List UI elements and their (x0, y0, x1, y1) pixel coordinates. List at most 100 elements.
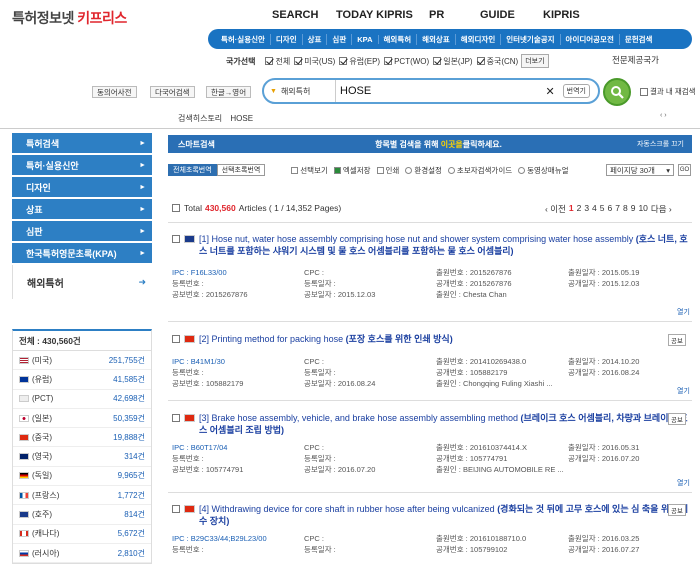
select-all-checkbox[interactable] (172, 204, 180, 212)
gazette-badge[interactable]: 공보 (668, 413, 686, 425)
gazette-badge[interactable]: 공보 (668, 334, 686, 346)
settings-tool[interactable]: 환경설정 (405, 165, 442, 176)
nav-today-kipris[interactable]: TODAY KIPRIS (336, 9, 429, 21)
country-checkbox-us[interactable] (294, 57, 302, 65)
sidebar-item-patent-search[interactable]: 특허검색► (12, 133, 152, 155)
history-nav-arrows[interactable]: ‹ › (660, 112, 667, 119)
subnav-trial[interactable]: 심판 (327, 34, 352, 45)
subnav-trademark[interactable]: 상표 (303, 34, 328, 45)
ipc[interactable]: IPC : B60T17/04 (172, 442, 304, 453)
smart-hint-highlight[interactable]: 이곳을 (441, 140, 463, 149)
stats-row[interactable]: (중국)19,888건 (13, 428, 151, 447)
pager-next[interactable]: 다음 › (651, 203, 672, 215)
excel-save-tool[interactable]: 엑셀저장 (334, 165, 371, 176)
sidebar-item-trademark[interactable]: 상표► (12, 199, 152, 221)
page-2[interactable]: 2 (577, 203, 582, 215)
expand-link[interactable]: 열기 (677, 478, 690, 488)
nav-pr[interactable]: PR (429, 9, 480, 21)
per-page-select[interactable]: 페이지당 30개▾ (606, 164, 674, 176)
tab-translate-all[interactable]: 전체초록번역 (168, 164, 217, 176)
language-convert-button[interactable]: 한글→영어 (206, 86, 251, 98)
country-checkbox-all[interactable] (265, 57, 273, 65)
search-within-checkbox[interactable] (640, 88, 648, 96)
stats-row[interactable]: (영국)314건 (13, 447, 151, 466)
clear-icon[interactable]: ✕ (545, 85, 554, 98)
multilingual-search-button[interactable]: 다국어검색 (150, 86, 195, 98)
page-10[interactable]: 10 (638, 203, 647, 215)
expert-countries-link[interactable]: 전문제공국가 (612, 54, 659, 66)
page-7[interactable]: 7 (615, 203, 620, 215)
result-title[interactable]: [4] Withdrawing device for core shaft in… (199, 503, 692, 527)
subnav-idea-contest[interactable]: 아이디어공모전 (561, 34, 620, 45)
us-flag-icon (19, 357, 29, 364)
country-checkbox-wo[interactable] (384, 57, 392, 65)
subnav-kpa[interactable]: KPA (352, 35, 378, 44)
page-4[interactable]: 4 (592, 203, 597, 215)
stats-row[interactable]: (러시아)2,810건 (13, 544, 151, 563)
sidebar-item-trial[interactable]: 심판► (12, 221, 152, 243)
search-within-results[interactable]: 결과 내 재검색 (636, 86, 696, 97)
translator-button[interactable]: 번역기 (563, 84, 590, 98)
result-checkbox[interactable] (172, 505, 180, 513)
sidebar-item-design[interactable]: 디자인► (12, 177, 152, 199)
gazette-badge[interactable]: 공보 (668, 504, 686, 516)
ipc[interactable]: IPC : F16L33/00 (172, 267, 304, 278)
subnav-foreign-trademark[interactable]: 해외상표 (417, 34, 456, 45)
page-3[interactable]: 3 (584, 203, 589, 215)
stats-row[interactable]: (일본)50,359건 (13, 409, 151, 428)
sidebar-item-patent[interactable]: 특허·실용신안► (12, 155, 152, 177)
pager-prev[interactable]: ‹ 이전 (545, 203, 566, 215)
beginner-guide-tool[interactable]: 초보자검색가이드 (448, 165, 512, 176)
result-title[interactable]: [1] Hose nut, water hose assembly compri… (199, 233, 692, 257)
search-button[interactable] (603, 78, 631, 106)
select-view-tool[interactable]: 선택보기 (291, 165, 328, 176)
result-checkbox[interactable] (172, 335, 180, 343)
stats-row[interactable]: (유럽)41,585건 (13, 370, 151, 389)
country-checkbox-ep[interactable] (339, 57, 347, 65)
subnav-tech-disclosure[interactable]: 인터넷기술공지 (501, 34, 560, 45)
subnav-patent[interactable]: 특허·실용신안 (216, 34, 271, 45)
result-title[interactable]: [2] Printing method for packing hose (포장… (199, 333, 692, 345)
kipris-logo[interactable]: 특허정보넷 키프리스 (12, 8, 127, 28)
result-title[interactable]: [3] Brake hose assembly, vehicle, and br… (199, 412, 692, 436)
nav-search[interactable]: SEARCH (272, 9, 336, 21)
country-checkbox-jp[interactable] (433, 57, 441, 65)
page-6[interactable]: 6 (608, 203, 613, 215)
stats-row[interactable]: (독일)9,965건 (13, 467, 151, 486)
subnav-foreign-design[interactable]: 해외디자인 (456, 34, 502, 45)
per-page-go-button[interactable]: GO (678, 164, 691, 176)
video-manual-tool[interactable]: 동영상매뉴얼 (518, 165, 568, 176)
page-1[interactable]: 1 (569, 203, 574, 215)
print-tool[interactable]: 인쇄 (377, 165, 400, 176)
search-type-select[interactable]: ▼해외특허 (264, 80, 336, 102)
expand-link[interactable]: 열기 (677, 386, 690, 396)
search-input[interactable]: HOSE (336, 85, 545, 97)
sidebar-item-kpa[interactable]: 한국특허영문초록(KPA)► (12, 243, 152, 265)
stats-row[interactable]: (호주)814건 (13, 505, 151, 524)
subnav-doc-search[interactable]: 문헌검색 (620, 34, 658, 45)
result-checkbox[interactable] (172, 414, 180, 422)
sidebar-item-foreign-patent[interactable]: 해외특허➜ (12, 265, 152, 299)
country-more-button[interactable]: 더보기 (521, 54, 548, 68)
nav-kipris[interactable]: KIPRIS (543, 9, 580, 21)
subnav-foreign-patent[interactable]: 해외특허 (379, 34, 418, 45)
stats-row[interactable]: (프랑스)1,772건 (13, 486, 151, 505)
ipc[interactable]: IPC : B41M1/30 (172, 356, 304, 367)
history-item[interactable]: HOSE (230, 114, 253, 123)
result-checkbox[interactable] (172, 235, 180, 243)
tab-translate-selected[interactable]: 선택초록번역 (217, 164, 266, 176)
country-checkbox-cn[interactable] (477, 57, 485, 65)
nav-guide[interactable]: GUIDE (480, 9, 543, 21)
page-5[interactable]: 5 (600, 203, 605, 215)
auto-scroll-toggle[interactable]: 자동스크롤 끄기 (637, 139, 692, 149)
synonym-dictionary-button[interactable]: 동의어사전 (92, 86, 137, 98)
expand-link[interactable]: 열기 (677, 307, 690, 317)
stats-row[interactable]: (미국)251,755건 (13, 351, 151, 370)
subnav-design[interactable]: 디자인 (271, 34, 303, 45)
ipc[interactable]: IPC : B29C33/44;B29L23/00 (172, 533, 304, 544)
smart-search-bar[interactable]: 스마트검색 항목별 검색을 위해 이곳을클릭하세요. 자동스크롤 끄기 (168, 135, 692, 153)
page-8[interactable]: 8 (623, 203, 628, 215)
stats-row[interactable]: (캐나다)5,672건 (13, 525, 151, 544)
stats-row[interactable]: (PCT)42,698건 (13, 390, 151, 409)
page-9[interactable]: 9 (631, 203, 636, 215)
